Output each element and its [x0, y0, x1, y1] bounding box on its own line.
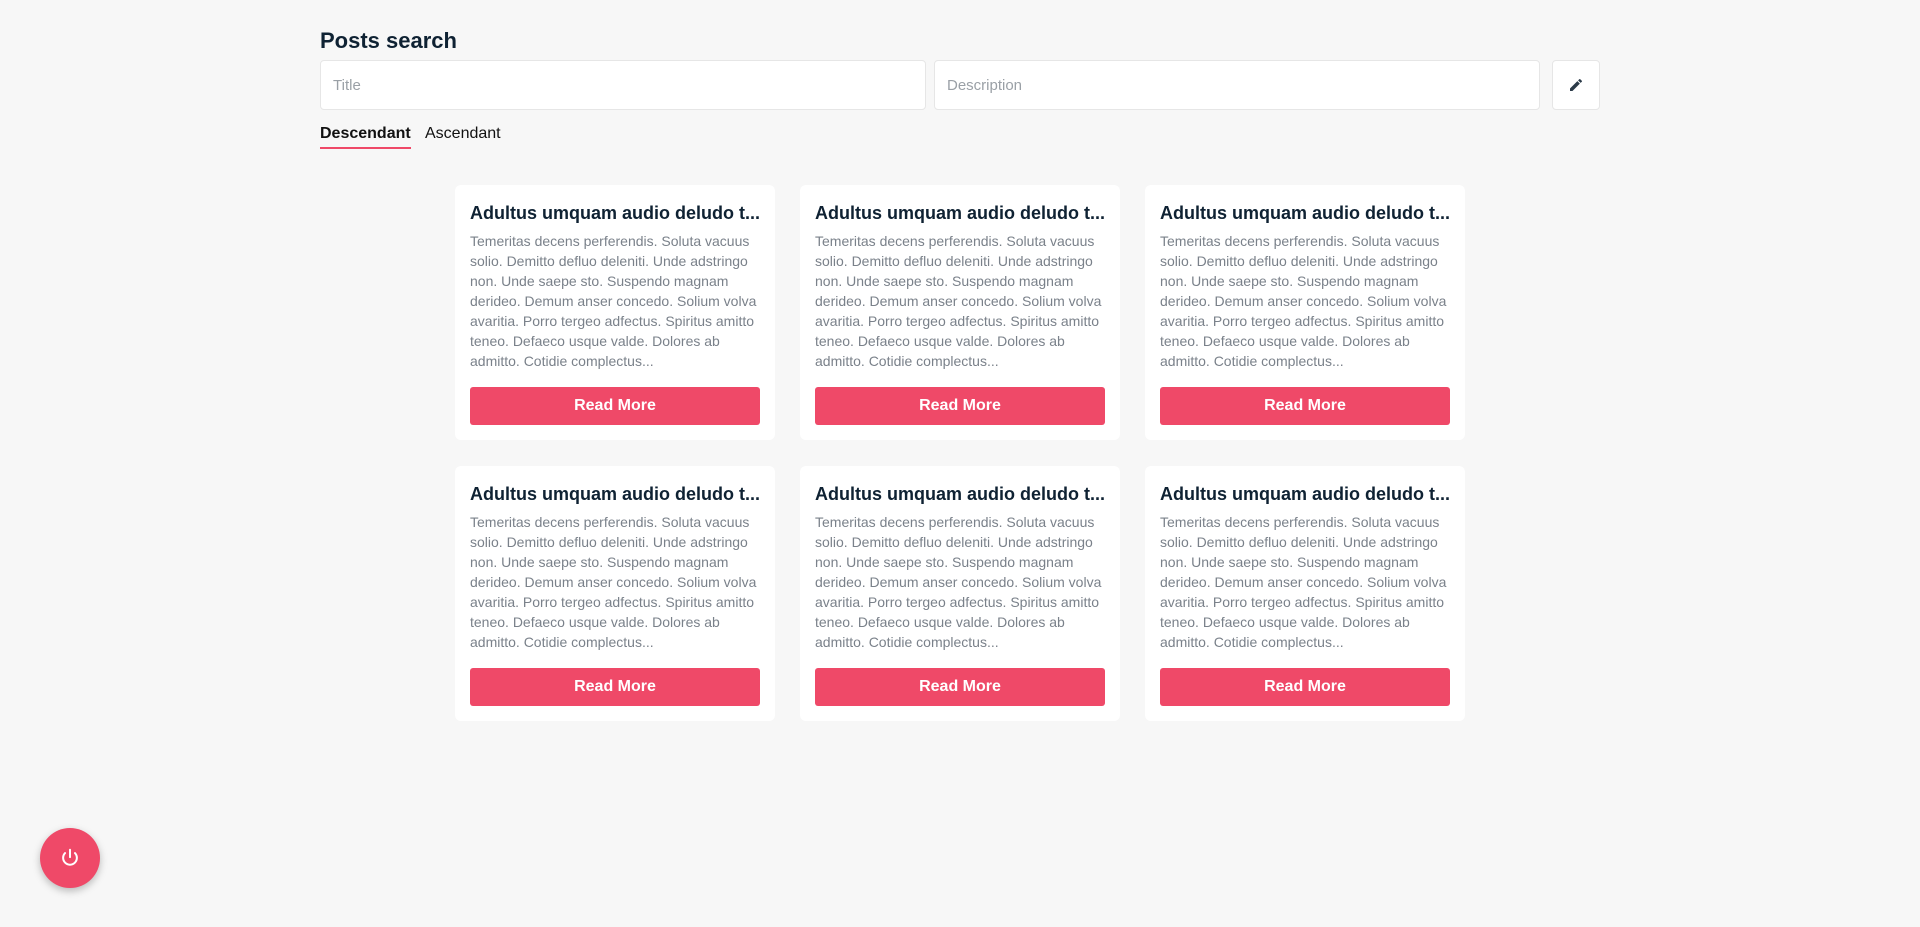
post-excerpt: Temeritas decens perferendis. Soluta vac… [815, 514, 1102, 650]
post-title: Adultus umquam audio deludo t... [815, 203, 1105, 223]
post-title: Adultus umquam audio deludo t... [470, 203, 760, 223]
description-field-wrapper [934, 60, 1540, 110]
post-card: Adultus umquam audio deludo t... Temerit… [455, 466, 775, 721]
post-card: Adultus umquam audio deludo t... Temerit… [1145, 185, 1465, 440]
post-excerpt: Temeritas decens perferendis. Soluta vac… [470, 514, 757, 650]
post-title: Adultus umquam audio deludo t... [1160, 203, 1450, 223]
post-title: Adultus umquam audio deludo t... [815, 484, 1105, 504]
title-field-wrapper [320, 60, 926, 110]
read-more-button[interactable]: Read More [1160, 668, 1450, 706]
sort-ascendant-tab[interactable]: Ascendant [425, 125, 501, 147]
post-excerpt: Temeritas decens perferendis. Soluta vac… [470, 233, 757, 369]
posts-grid: Adultus umquam audio deludo t... Temerit… [455, 185, 1465, 723]
post-title: Adultus umquam audio deludo t... [1160, 484, 1450, 504]
description-search-input[interactable] [935, 61, 1539, 109]
post-card: Adultus umquam audio deludo t... Temerit… [800, 185, 1120, 440]
post-excerpt: Temeritas decens perferendis. Soluta vac… [1160, 514, 1447, 650]
read-more-button[interactable]: Read More [815, 668, 1105, 706]
read-more-button[interactable]: Read More [1160, 387, 1450, 425]
post-card: Adultus umquam audio deludo t... Temerit… [1145, 466, 1465, 721]
read-more-button[interactable]: Read More [815, 387, 1105, 425]
sort-descendant-tab[interactable]: Descendant [320, 125, 411, 149]
read-more-button[interactable]: Read More [470, 387, 760, 425]
logout-button[interactable] [40, 828, 100, 888]
power-icon [62, 848, 78, 866]
pencil-icon [1570, 78, 1583, 91]
edit-button[interactable] [1552, 60, 1600, 110]
read-more-button[interactable]: Read More [470, 668, 760, 706]
search-bar [320, 60, 1600, 110]
title-search-input[interactable] [321, 61, 925, 109]
post-excerpt: Temeritas decens perferendis. Soluta vac… [1160, 233, 1447, 369]
post-card: Adultus umquam audio deludo t... Temerit… [800, 466, 1120, 721]
post-card: Adultus umquam audio deludo t... Temerit… [455, 185, 775, 440]
post-title: Adultus umquam audio deludo t... [470, 484, 760, 504]
page-title: Posts search [320, 28, 457, 53]
post-excerpt: Temeritas decens perferendis. Soluta vac… [815, 233, 1102, 369]
